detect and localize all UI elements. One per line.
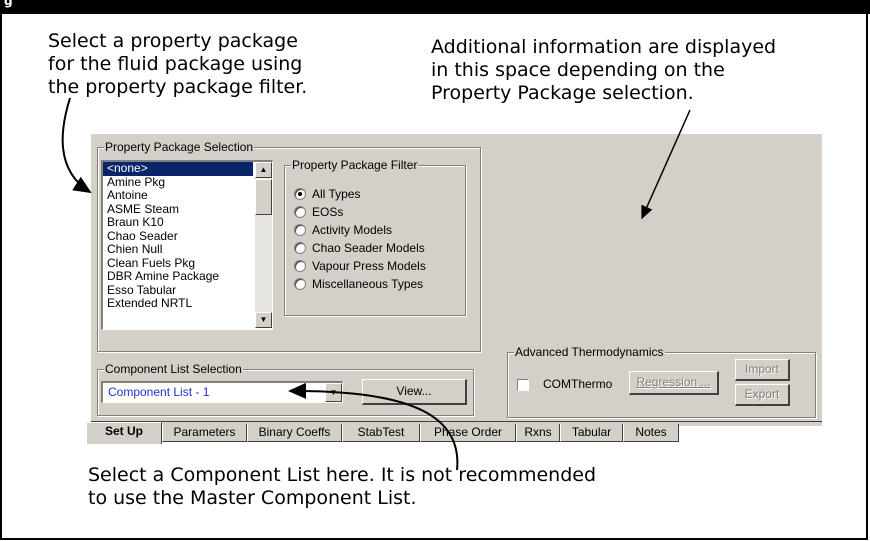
arrow-to-listbox xyxy=(61,97,92,194)
callout-arrows xyxy=(61,97,691,471)
arrow-to-info-space xyxy=(641,109,691,220)
arrow-to-component-list xyxy=(288,382,459,471)
